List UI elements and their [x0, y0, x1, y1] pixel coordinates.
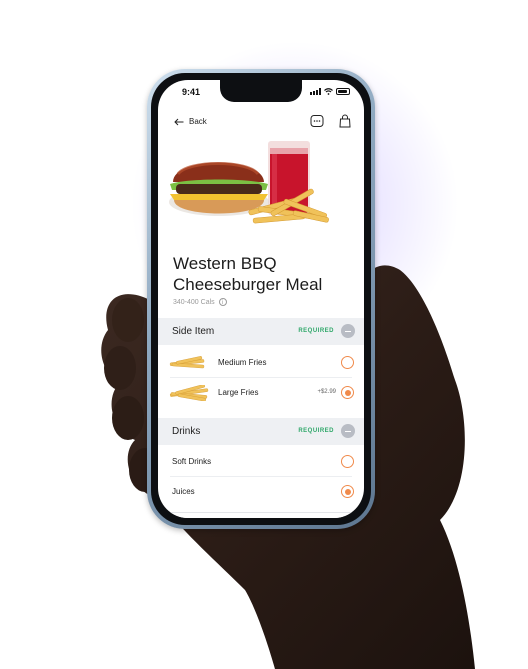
fries-thumbnail — [169, 356, 205, 369]
back-label: Back — [189, 117, 207, 126]
back-arrow-icon — [174, 118, 184, 125]
required-badge: REQUIRED — [298, 328, 334, 334]
section-label: Side Item — [172, 326, 215, 337]
phone-notch — [220, 80, 302, 102]
bottom-card[interactable] — [162, 512, 360, 518]
battery-icon — [336, 88, 350, 95]
divider — [170, 476, 352, 477]
divider — [170, 377, 352, 378]
section-label: Drinks — [172, 426, 201, 437]
wifi-icon — [324, 88, 333, 95]
product-title-line1: Western BBQ — [173, 254, 277, 273]
option-radio-selected[interactable] — [341, 386, 354, 399]
option-medium-fries[interactable]: Medium Fries — [158, 349, 364, 377]
option-price: +$2.99 — [317, 389, 336, 395]
option-radio-selected[interactable] — [341, 485, 354, 498]
meal-image — [169, 141, 329, 224]
collapse-icon[interactable] — [341, 424, 355, 438]
required-badge: REQUIRED — [298, 428, 334, 434]
phone-screen: 9:41 Back Western BBQ Cheeseburger Meal … — [158, 80, 364, 518]
calories-text: 340-400 Cals — [173, 298, 215, 306]
option-soft-drinks[interactable]: Soft Drinks — [158, 448, 364, 476]
status-time: 9:41 — [182, 87, 201, 97]
product-title-line2: Cheeseburger Meal — [173, 275, 323, 294]
section-header-side-item[interactable]: Side Item REQUIRED — [158, 318, 364, 345]
option-juices[interactable]: Juices — [158, 478, 364, 506]
collapse-icon[interactable] — [341, 324, 355, 338]
status-icons — [310, 88, 350, 95]
option-name: Large Fries — [218, 388, 259, 397]
option-large-fries[interactable]: Large Fries +$2.99 — [158, 379, 364, 407]
top-bar: Back — [158, 114, 364, 134]
fries-thumbnail — [169, 385, 209, 401]
calories-row: 340-400 Cals i — [173, 298, 227, 306]
option-name: Soft Drinks — [172, 457, 212, 466]
phone-mockup: 9:41 Back Western BBQ Cheeseburger Meal … — [147, 69, 375, 529]
option-name: Juices — [172, 487, 195, 496]
phone-bezel: 9:41 Back Western BBQ Cheeseburger Meal … — [151, 73, 371, 525]
option-name: Medium Fries — [218, 358, 267, 367]
product-title: Western BBQ Cheeseburger Meal — [173, 253, 363, 295]
bag-icon[interactable] — [338, 114, 352, 128]
info-icon[interactable]: i — [218, 298, 227, 306]
section-header-drinks[interactable]: Drinks REQUIRED — [158, 418, 364, 445]
chat-icon[interactable] — [310, 114, 324, 128]
option-radio[interactable] — [341, 356, 354, 369]
signal-icon — [310, 88, 321, 95]
back-button[interactable]: Back — [174, 117, 207, 126]
option-radio[interactable] — [341, 455, 354, 468]
